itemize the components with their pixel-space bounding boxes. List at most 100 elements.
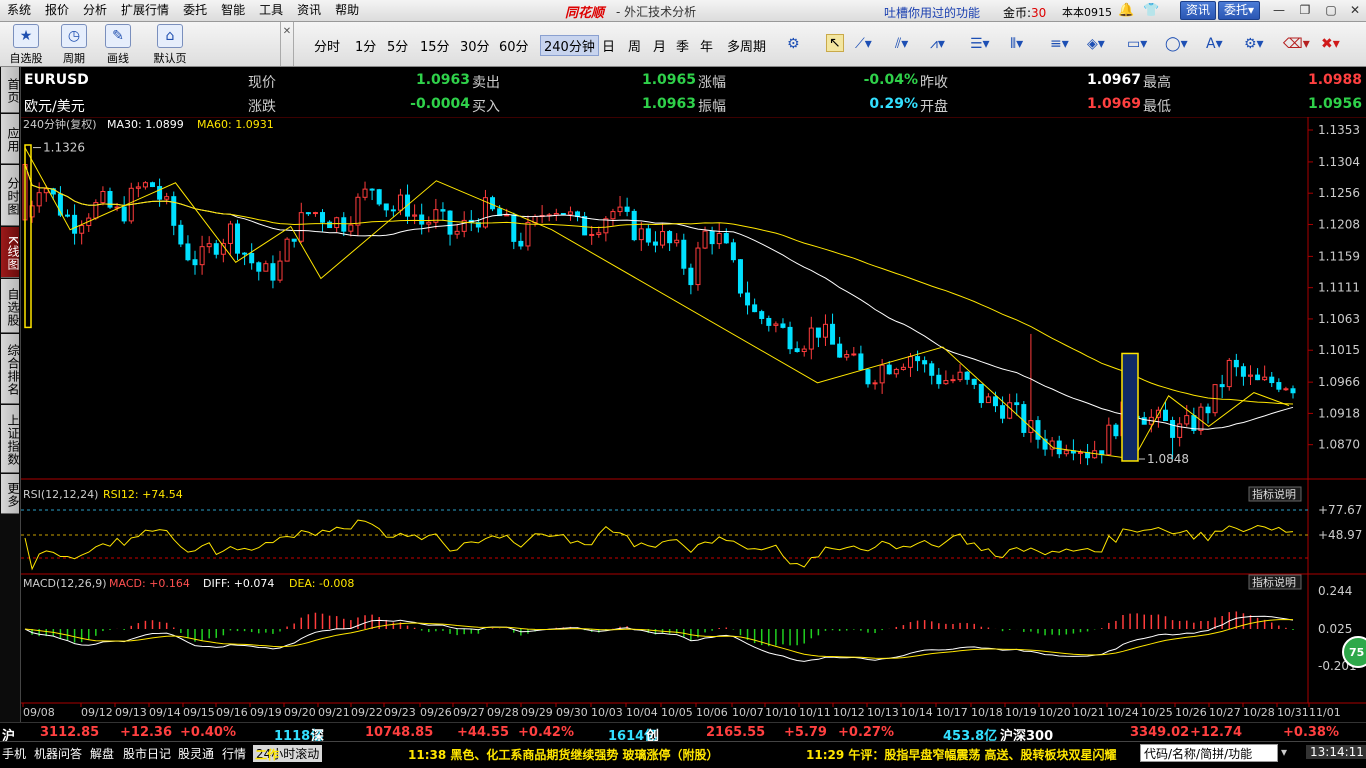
fib-tool-icon[interactable]: ☰▾ [970, 36, 990, 52]
index-value: 3112.85 [40, 725, 100, 740]
candle-body [1269, 376, 1275, 384]
draw-button[interactable]: ✎ 画线 [98, 24, 138, 66]
period-tab[interactable]: 分时 [314, 36, 340, 55]
candle-body [1014, 402, 1020, 406]
kline-chart[interactable]: 1.1353 1.1304 1.1256 1.1208 1.1159 1.1111 1.10… [21, 117, 1366, 721]
news-button[interactable]: 资讯 [1180, 1, 1216, 20]
period-tab[interactable]: 60分 [499, 36, 529, 55]
menu-item[interactable]: 帮助 [328, 0, 366, 21]
period-tab[interactable]: 周 [628, 36, 641, 55]
x-tick-label: 09/20 [284, 706, 316, 719]
left-tab[interactable]: 综合排名 [1, 334, 20, 404]
left-tab[interactable]: 首页 [1, 67, 20, 113]
delete-line-icon[interactable]: ⌫▾ [1283, 36, 1310, 52]
draw-settings-icon[interactable]: ⚙▾ [1244, 36, 1264, 52]
period-tab[interactable]: 15分 [420, 36, 450, 55]
minimize-icon[interactable]: — [1272, 3, 1286, 17]
menu-item[interactable]: 系统 [0, 0, 38, 21]
x-tick-label: 09/08 [23, 706, 55, 719]
macd-explain-label: 指标说明 [1252, 575, 1296, 589]
bottom-tab[interactable]: 股灵通 [178, 745, 214, 762]
period-tab[interactable]: 日 [602, 36, 615, 55]
bottom-tab[interactable]: 机器问答 [34, 745, 82, 762]
candle-body [277, 260, 283, 281]
rsi12-label: RSI12: +74.54 [103, 488, 183, 501]
period-tab[interactable]: 30分 [460, 36, 490, 55]
x-tick-label: 09/29 [521, 706, 553, 719]
candle-body [383, 203, 389, 211]
menu-item[interactable]: 扩展行情 [114, 0, 176, 21]
left-tab[interactable]: 应用 [1, 114, 20, 164]
period-tab[interactable]: 240分钟 [540, 35, 599, 56]
settings-gear-icon[interactable]: ⚙ [787, 36, 800, 52]
macd-axis-label: 0.244 [1318, 584, 1352, 598]
left-tab[interactable]: 分时图 [1, 165, 20, 226]
candle-body [851, 353, 857, 356]
period-tab[interactable]: 1分 [355, 36, 376, 55]
code-search-input[interactable]: 代码/名称/简拼/功能 [1140, 744, 1278, 762]
bottom-tab[interactable]: 手机 [2, 745, 26, 762]
close-icon[interactable]: ✕ [1348, 3, 1362, 17]
bottom-tab[interactable]: 行情 [222, 745, 246, 762]
news-ticker-1[interactable]: 11:38 黑色、化工系商品期货继续强势 玻璃涨停（附股） [408, 746, 719, 763]
bottom-tab[interactable]: 股市日记 [123, 745, 171, 762]
bell-icon[interactable]: 🔔 [1118, 3, 1134, 18]
rsi-line [24, 519, 1294, 571]
menu-item[interactable]: 资讯 [290, 0, 328, 21]
candle-body [645, 228, 651, 243]
diamond-tool-icon[interactable]: ◈▾ [1087, 36, 1105, 52]
toolbar-collapse-handle[interactable]: ✕ [280, 22, 294, 66]
candle-body [971, 378, 977, 385]
cursor-icon[interactable]: ↖ [826, 34, 844, 52]
candle-body [490, 197, 496, 210]
bottom-tab[interactable]: 解盘 [90, 745, 114, 762]
period-tab[interactable]: 5分 [387, 36, 408, 55]
menu-item[interactable]: 分析 [76, 0, 114, 21]
candle-body [688, 267, 694, 286]
candle-body [390, 209, 396, 212]
search-dropdown-icon[interactable]: ▾ [1281, 745, 1287, 759]
period-tab[interactable]: 多周期 [727, 36, 766, 55]
menu-item[interactable]: 报价 [38, 0, 76, 21]
clear-all-icon[interactable]: ✖▾ [1321, 36, 1340, 52]
menu-item[interactable]: 委托 [176, 0, 214, 21]
shirt-icon[interactable]: 👕 [1143, 3, 1159, 18]
feedback-link[interactable]: 吐槽你用过的功能 [884, 4, 980, 21]
left-tab[interactable]: K线图 [1, 227, 20, 278]
index-value: +0.42% [518, 725, 574, 740]
candle-body [1219, 384, 1225, 388]
candle-body [1184, 415, 1190, 425]
news-ticker-2[interactable]: 11:29 午评：股指早盘窄幅震荡 高送、股转板块双星闪耀 [806, 746, 1117, 763]
quote-value: 1.0988 [1307, 72, 1362, 88]
default-page-button[interactable]: ⌂ 默认页 [150, 24, 190, 66]
maximize-icon[interactable]: ❐ [1298, 3, 1312, 17]
menu-item[interactable]: 工具 [252, 0, 290, 21]
restore-icon[interactable]: ▢ [1324, 3, 1338, 17]
menu-item[interactable]: 智能 [214, 0, 252, 21]
period-tab[interactable]: 月 [653, 36, 666, 55]
period-tab[interactable]: 年 [700, 36, 713, 55]
candle-body [150, 182, 156, 188]
candle-body [567, 211, 573, 215]
wave-tool-icon[interactable]: ⩘▾ [930, 36, 945, 52]
left-tab[interactable]: 自选股 [1, 279, 20, 333]
period-tab[interactable]: 季 [676, 36, 689, 55]
candle-body [1106, 424, 1112, 456]
left-tab[interactable]: 更多 [1, 474, 20, 514]
line-tool-icon[interactable]: ⟋▾ [855, 36, 872, 52]
trade-button[interactable]: 委托▾ [1218, 1, 1260, 20]
channel-tool-icon[interactable]: ≡▾ [1050, 36, 1069, 52]
circle-tool-icon[interactable]: ◯▾ [1165, 36, 1188, 52]
rect-tool-icon[interactable]: ▭▾ [1127, 36, 1147, 52]
candle-body [79, 225, 85, 234]
favorites-button[interactable]: ★ 自选股 [6, 24, 46, 66]
text-tool-icon[interactable]: A▾ [1206, 36, 1223, 52]
candle-body [440, 209, 446, 212]
x-tick-label: 09/23 [384, 706, 416, 719]
cycle-button[interactable]: ◷ 周期 [54, 24, 94, 66]
left-tab[interactable]: 上证指数 [1, 405, 20, 473]
candle-body [447, 210, 453, 235]
parallel-line-icon[interactable]: ⫽▾ [895, 36, 908, 52]
candle-body [787, 326, 793, 350]
bars-tool-icon[interactable]: ⦀▾ [1010, 36, 1023, 52]
